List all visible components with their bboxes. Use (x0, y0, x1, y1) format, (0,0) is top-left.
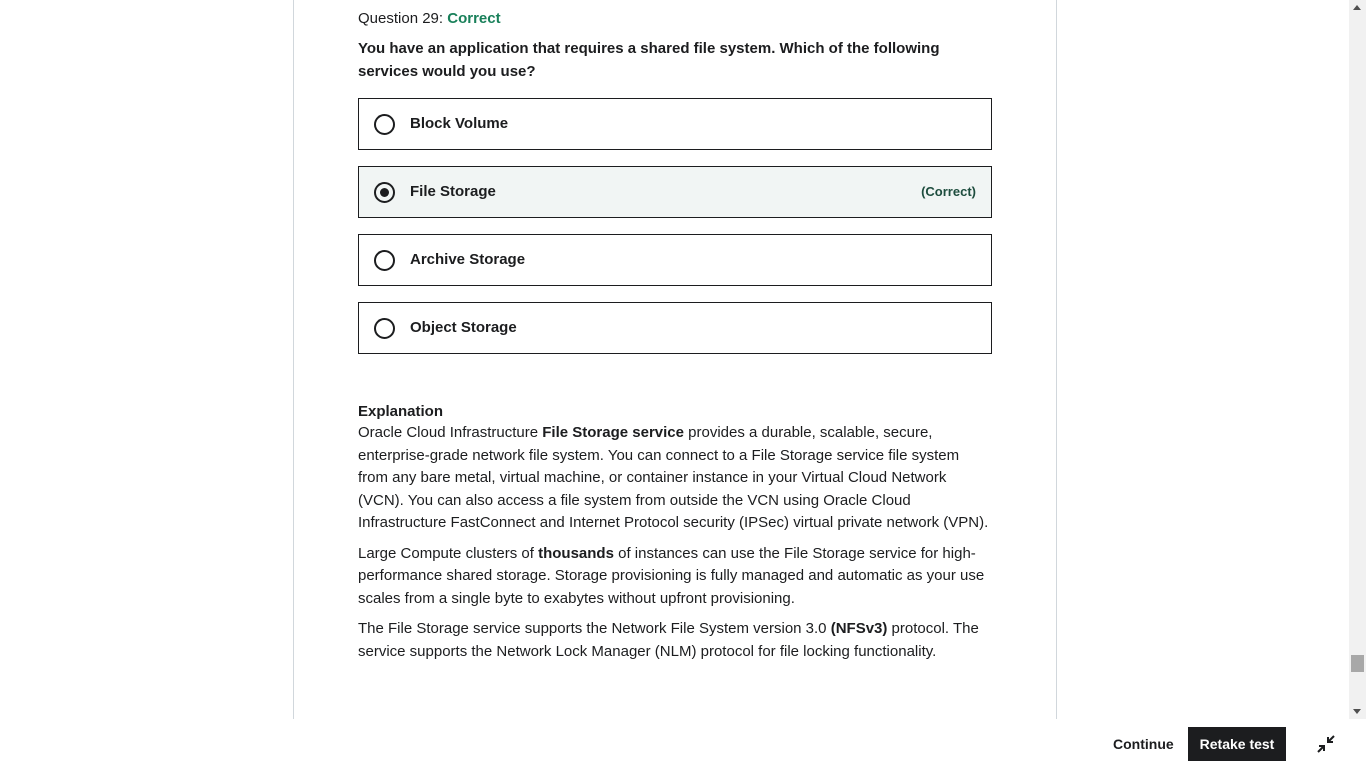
question-prompt: You have an application that requires a … (358, 40, 940, 80)
explanation-heading: Explanation (358, 403, 444, 420)
answer-option-object-storage[interactable]: Object Storage (358, 302, 992, 354)
explanation-paragraph: The File Storage service supports the Ne… (358, 618, 992, 663)
collapse-icon[interactable] (1314, 732, 1338, 756)
radio-button[interactable] (374, 114, 395, 135)
question-status: Correct (447, 10, 501, 27)
correct-tag: (Correct) (921, 184, 976, 199)
quiz-panel: Question 29: Correct You have an applica… (293, 0, 1057, 719)
main-content: Question 29: Correct You have an applica… (0, 0, 1349, 719)
answer-option-file-storage[interactable]: File Storage (Correct) (358, 166, 992, 218)
explanation-paragraph: Large Compute clusters of thousands of i… (358, 543, 992, 611)
explanation-text: Oracle Cloud Infrastructure (358, 424, 543, 441)
answer-option-label: Object Storage (410, 319, 517, 336)
radio-button[interactable] (374, 318, 395, 339)
collapse-icon-graphic (1317, 735, 1335, 753)
question-header: Question 29: Correct (358, 9, 501, 29)
radio-button-selected[interactable] (374, 182, 395, 203)
explanation-text: The File Storage service supports the Ne… (358, 620, 831, 637)
scroll-down-icon[interactable] (1353, 709, 1361, 714)
radio-dot-icon (380, 188, 389, 197)
scroll-up-icon[interactable] (1353, 5, 1361, 10)
retake-test-button[interactable]: Retake test (1188, 727, 1286, 761)
explanation-bold: (NFSv3) (830, 620, 888, 637)
answer-option-block-volume[interactable]: Block Volume (358, 98, 992, 150)
answer-option-label: File Storage (410, 183, 496, 200)
explanation-section: Explanation Oracle Cloud Infrastructure … (358, 402, 992, 671)
answer-option-label: Archive Storage (410, 251, 526, 268)
explanation-text: Large Compute clusters of (358, 544, 539, 562)
radio-button[interactable] (374, 250, 395, 271)
answer-option-label: Block Volume (410, 115, 509, 132)
explanation-bold: File Storage service (542, 424, 684, 441)
question-number: Question 29: (358, 10, 444, 27)
answer-option-archive-storage[interactable]: Archive Storage (358, 234, 992, 286)
explanation-paragraph: Oracle Cloud Infrastructure File Storage… (358, 422, 992, 535)
explanation-bold: thousands (538, 544, 614, 562)
vertical-scrollbar[interactable] (1349, 0, 1366, 719)
continue-button[interactable]: Continue (1104, 728, 1183, 760)
footer-bar: Continue Retake test (0, 719, 1366, 768)
scrollbar-thumb[interactable] (1351, 655, 1364, 672)
